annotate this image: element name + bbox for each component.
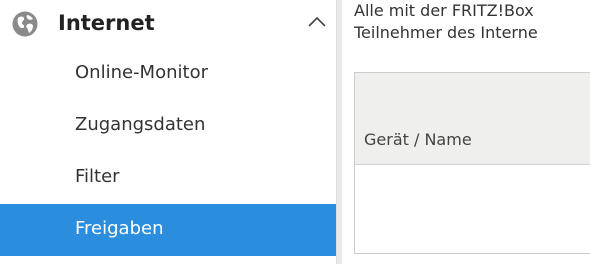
sidebar-item-filter[interactable]: Filter (0, 152, 336, 204)
sidebar-submenu: Online-Monitor Zugangsdaten Filter Freig… (0, 48, 336, 256)
sidebar-item-freigaben[interactable]: Freigaben (0, 204, 336, 256)
sidebar: Internet Online-Monitor Zugangsdaten Fil… (0, 0, 336, 264)
sidebar-item-zugangsdaten[interactable]: Zugangsdaten (0, 100, 336, 152)
sidebar-section-label: Internet (58, 11, 155, 35)
sidebar-item-label: Zugangsdaten (75, 114, 206, 135)
globe-icon (12, 11, 38, 37)
main-content: Alle mit der FRITZ!Box Teilnehmer des In… (342, 0, 590, 264)
sidebar-item-label: Freigaben (75, 218, 164, 239)
column-header-device-name[interactable]: Gerät / Name (364, 129, 472, 151)
table-header: Gerät / Name (355, 73, 590, 165)
sidebar-item-online-monitor[interactable]: Online-Monitor (0, 48, 336, 100)
sidebar-item-label: Online-Monitor (75, 62, 208, 83)
devices-table: Gerät / Name (354, 72, 590, 254)
intro-line: Teilnehmer des Interne (354, 23, 538, 42)
sidebar-section-internet[interactable]: Internet (0, 0, 336, 48)
chevron-up-icon[interactable] (307, 14, 327, 28)
fritzbox-ui: Internet Online-Monitor Zugangsdaten Fil… (0, 0, 590, 264)
sidebar-item-label: Filter (75, 166, 120, 187)
intro-text: Alle mit der FRITZ!Box Teilnehmer des In… (354, 0, 590, 44)
intro-line: Alle mit der FRITZ!Box (354, 1, 534, 20)
